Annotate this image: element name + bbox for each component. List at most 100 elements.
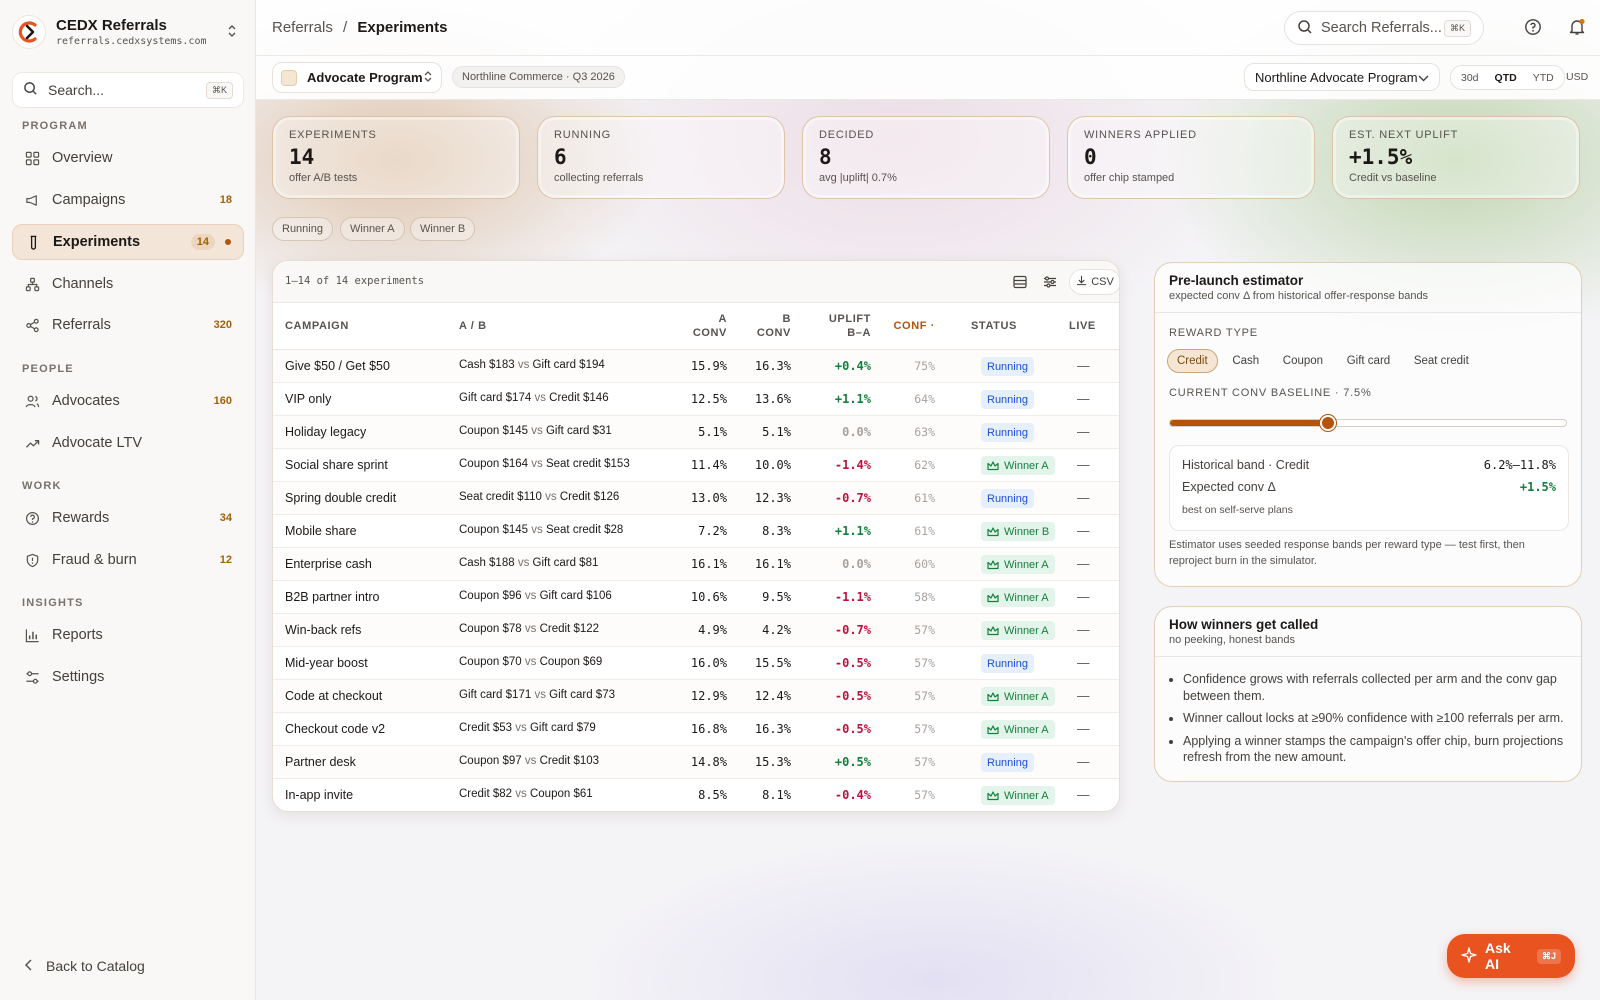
export-csv-button[interactable]: CSV [1069, 269, 1119, 295]
uplift-value: +1.1% [834, 392, 871, 406]
col-header-live[interactable]: LIVE [1069, 319, 1096, 333]
baseline-slider[interactable] [1169, 415, 1567, 431]
top-bar: Referrals / Experiments Search Referrals… [256, 0, 1600, 56]
winners-title: How winners get called [1169, 617, 1319, 632]
sidebar-item-overview[interactable]: Overview [12, 140, 244, 176]
status-label: Winner A [1004, 690, 1049, 703]
back-to-catalog-link[interactable]: Back to Catalog [24, 958, 145, 974]
table-row[interactable]: Partner desk Coupon $97 vs Credit $103 14.… [273, 746, 1119, 779]
table-row[interactable]: Spring double credit Seat credit $110 vs … [273, 482, 1119, 515]
vs-label: vs [534, 392, 546, 404]
campaign-name[interactable]: Mid-year boost [285, 656, 368, 670]
uplift-value: +0.5% [834, 755, 871, 769]
table-row[interactable]: Win-back refs Coupon $78 vs Credit $122 4.… [273, 614, 1119, 647]
shortcut-badge: ⌘K [1443, 19, 1471, 37]
table-row[interactable]: Give $50 / Get $50 Cash $183 vs Gift card… [273, 350, 1119, 383]
sidebar-item-settings[interactable]: Settings [12, 659, 244, 695]
program-dropdown[interactable]: Northline Advocate Program [1244, 63, 1440, 91]
search-icon [23, 81, 38, 99]
sidebar-item-advocates[interactable]: Advocates 160 [12, 383, 244, 419]
range-option-30d[interactable]: 30d [1453, 68, 1487, 87]
filter-chip-winner-b[interactable]: Winner B [410, 217, 476, 241]
table-row[interactable]: Code at checkout Gift card $171 vs Gift c… [273, 680, 1119, 713]
kpi-running: RUNNING 6 collecting referrals [537, 116, 785, 199]
status-label: Winner A [1004, 591, 1049, 604]
filter-chip-winner-a[interactable]: Winner A [340, 217, 405, 241]
program-selector[interactable]: Advocate Program [272, 62, 442, 93]
workspace-switcher[interactable]: CEDX Referrals referrals.cedxsystems.com [12, 12, 244, 52]
currency-label[interactable]: USD [1566, 71, 1588, 83]
status-label: Winner A [1004, 789, 1049, 802]
reward-chip-gift-card[interactable]: Gift card [1338, 350, 1399, 372]
reward-chip-cash[interactable]: Cash [1223, 350, 1268, 372]
confidence-value: 64% [914, 392, 935, 406]
campaign-name[interactable]: Mobile share [285, 524, 357, 538]
campaign-name[interactable]: B2B partner intro [285, 590, 380, 604]
reward-chip-coupon[interactable]: Coupon [1274, 350, 1332, 372]
global-search-input[interactable]: Search Referrals... ⌘K [1284, 11, 1484, 45]
campaign-name[interactable]: Holiday legacy [285, 425, 366, 439]
filter-settings-icon[interactable] [1037, 269, 1063, 295]
campaign-name[interactable]: In-app invite [285, 788, 353, 802]
sidebar-item-experiments[interactable]: Experiments 14 [12, 224, 244, 260]
live-value: — [1077, 491, 1090, 505]
density-icon[interactable] [1007, 269, 1033, 295]
table-row[interactable]: Social share sprint Coupon $164 vs Seat c… [273, 449, 1119, 482]
sidebar-item-campaigns[interactable]: Campaigns 18 [12, 182, 244, 218]
sidebar-item-reports[interactable]: Reports [12, 617, 244, 653]
offer-pair: Gift card $174 vs Credit $146 [459, 392, 609, 404]
col-header-a-conv[interactable]: A CONV [693, 312, 727, 340]
chevron-up-down-icon [226, 24, 238, 41]
range-option-qtd[interactable]: QTD [1487, 68, 1525, 87]
reward-chip-seat-credit[interactable]: Seat credit [1405, 350, 1478, 372]
campaign-name[interactable]: Social share sprint [285, 458, 388, 472]
uplift-value: -1.4% [834, 458, 871, 472]
table-row[interactable]: Mid-year boost Coupon $70 vs Coupon $69 16… [273, 647, 1119, 680]
campaign-name[interactable]: Checkout code v2 [285, 722, 385, 736]
offer-b: Gift card $81 [532, 557, 599, 569]
table-row[interactable]: B2B partner intro Coupon $96 vs Gift card… [273, 581, 1119, 614]
help-icon[interactable] [1524, 18, 1544, 38]
col-header-uplift[interactable]: UPLIFT B–A [829, 312, 871, 340]
table-row[interactable]: In-app invite Credit $82 vs Coupon $61 8.5… [273, 779, 1119, 811]
brand-name: CEDX Referrals [56, 17, 167, 34]
table-row[interactable]: Checkout code v2 Credit $53 vs Gift card … [273, 713, 1119, 746]
winners-panel: How winners get called no peeking, hones… [1154, 606, 1582, 782]
sidebar-item-referrals[interactable]: Referrals 320 [12, 307, 244, 343]
offer-b: Credit $122 [539, 623, 600, 635]
campaign-name[interactable]: Enterprise cash [285, 557, 372, 571]
uplift-value: +1.1% [834, 524, 871, 538]
col-header-status[interactable]: STATUS [971, 319, 1017, 333]
main-content: Referrals / Experiments Search Referrals… [256, 0, 1600, 1000]
reward-chip-credit[interactable]: Credit [1167, 349, 1218, 373]
slider-handle[interactable] [1320, 415, 1337, 431]
table-row[interactable]: VIP only Gift card $174 vs Credit $146 12.… [273, 383, 1119, 416]
campaign-name[interactable]: Spring double credit [285, 491, 396, 505]
table-row[interactable]: Mobile share Coupon $145 vs Seat credit $… [273, 515, 1119, 548]
sidebar-item-advocate-ltv[interactable]: Advocate LTV [12, 425, 244, 461]
col-header-conf[interactable]: CONF · [894, 319, 935, 333]
campaign-name[interactable]: Code at checkout [285, 689, 382, 703]
range-option-ytd[interactable]: YTD [1525, 68, 1562, 87]
bell-icon[interactable] [1568, 18, 1588, 38]
campaign-name[interactable]: Partner desk [285, 755, 356, 769]
shortcut-badge: ⌘K [205, 81, 233, 99]
campaign-name[interactable]: Win-back refs [285, 623, 361, 637]
ask-ai-button[interactable]: Ask AI ⌘J [1447, 934, 1575, 978]
sidebar-search-input[interactable]: Search... ⌘K [12, 72, 244, 108]
confidence-value: 57% [914, 722, 935, 736]
filter-chip-running[interactable]: Running [272, 217, 333, 241]
sidebar-item-channels[interactable]: Channels [12, 266, 244, 302]
col-header-b-conv[interactable]: B CONV [757, 312, 791, 340]
campaign-name[interactable]: VIP only [285, 392, 331, 406]
offer-pair: Coupon $70 vs Coupon $69 [459, 656, 602, 668]
winners-rules-list: Confidence grows with referrals collecte… [1169, 671, 1569, 772]
table-row[interactable]: Holiday legacy Coupon $145 vs Gift card $… [273, 416, 1119, 449]
col-header-campaign[interactable]: CAMPAIGN [285, 319, 349, 333]
sidebar-item-rewards[interactable]: Rewards 34 [12, 500, 244, 536]
breadcrumb-parent[interactable]: Referrals [272, 19, 333, 36]
table-row[interactable]: Enterprise cash Cash $188 vs Gift card $8… [273, 548, 1119, 581]
campaign-name[interactable]: Give $50 / Get $50 [285, 359, 390, 373]
sidebar-item-fraud-burn[interactable]: Fraud & burn 12 [12, 542, 244, 578]
col-header-ab[interactable]: A / B [459, 319, 487, 333]
